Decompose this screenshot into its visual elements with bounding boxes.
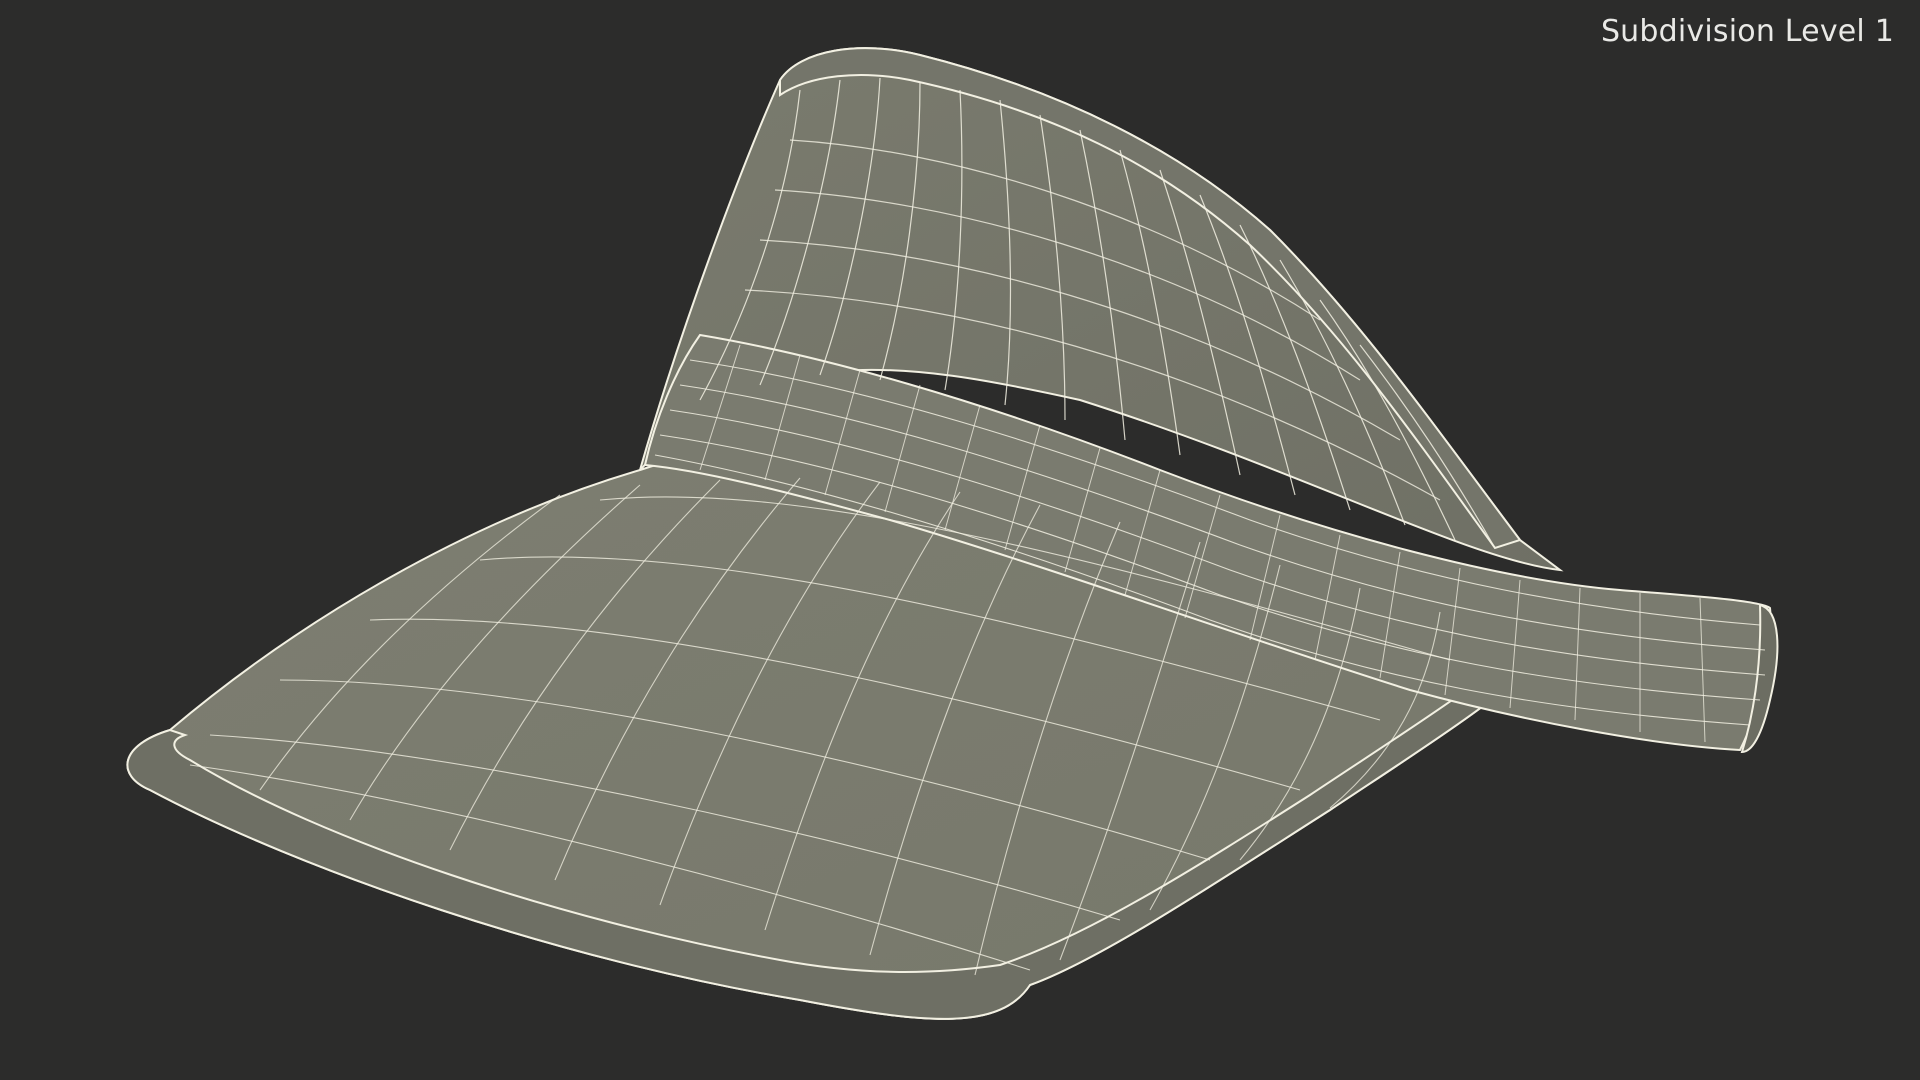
subdivision-level-label: Subdivision Level 1 [1600, 14, 1894, 49]
viewport: Subdivision Level 1 [0, 0, 1920, 1080]
sun-visor-wireframe-icon [126, 47, 1779, 1020]
